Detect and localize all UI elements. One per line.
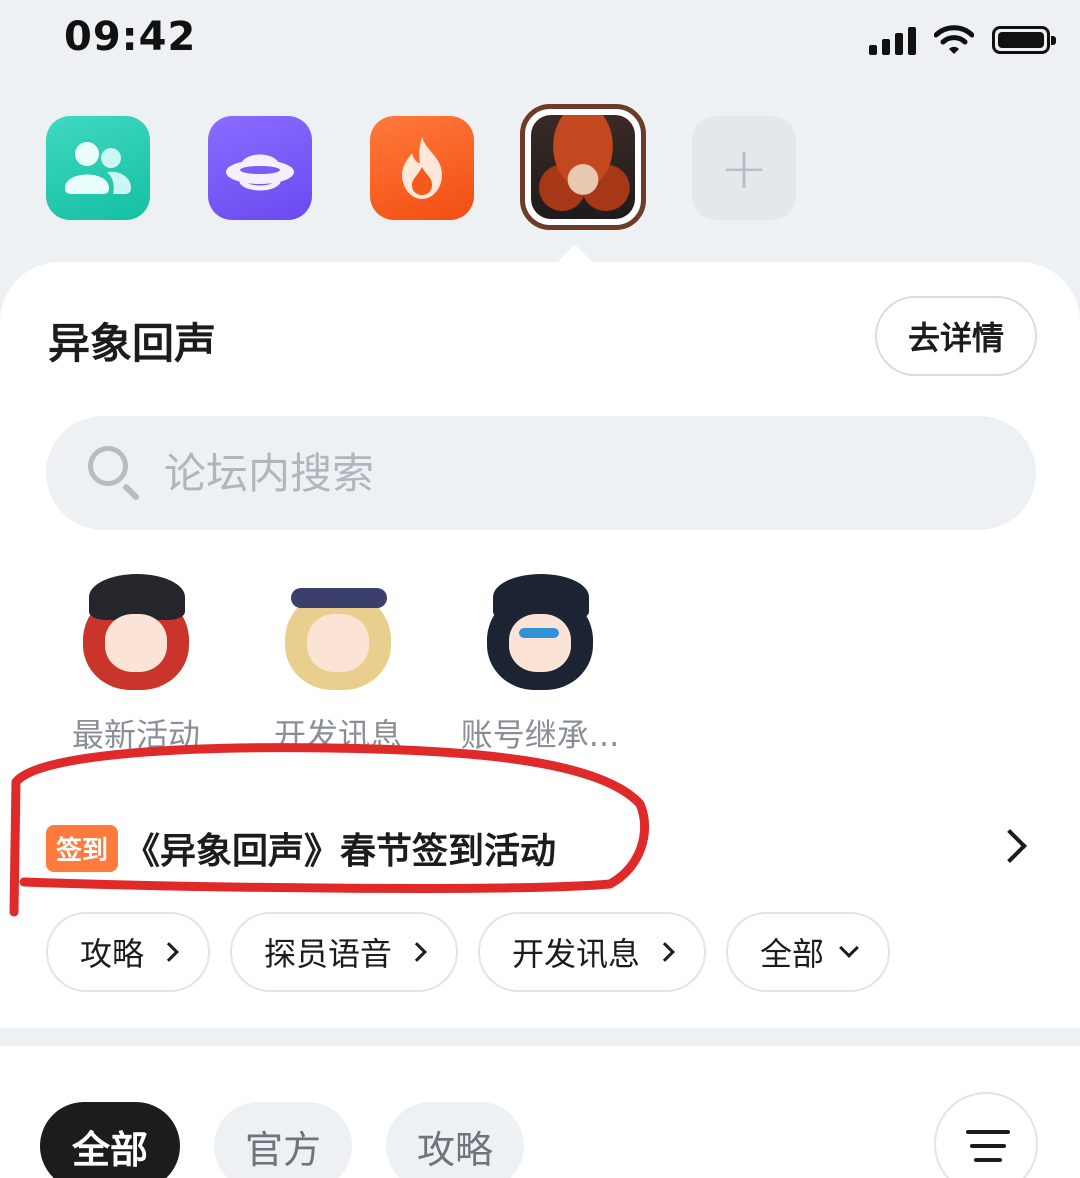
character-avatar	[273, 568, 403, 698]
community-app-button[interactable]	[46, 116, 150, 220]
forum-title: 异象回声	[48, 319, 217, 368]
quick-entry-label: 账号继承...	[460, 716, 620, 754]
filter-tab-all[interactable]: 全部	[40, 1102, 180, 1178]
plus-icon: +	[719, 134, 769, 202]
filter-tab-guides[interactable]: 攻略	[386, 1102, 524, 1178]
quick-entry-account-transfer[interactable]: 账号继承...	[450, 568, 630, 756]
quick-entry-label: 最新活动	[71, 716, 200, 754]
chip-guides[interactable]: 攻略	[46, 912, 211, 992]
signin-activity-title: 《异象回声》春节签到活动	[124, 831, 557, 872]
status-bar: 09:42	[0, 0, 1080, 80]
search-icon	[86, 444, 144, 502]
menu-lines-icon	[966, 1130, 1010, 1162]
forum-card: 异象回声 去详情 最新活动 开发讯息 账号继承...	[0, 262, 1080, 1028]
go-to-details-button[interactable]: 去详情	[875, 296, 1037, 376]
flame-icon	[402, 137, 442, 199]
signin-activity-row[interactable]: 签到 《异象回声》春节签到活动	[46, 818, 1036, 878]
post-filter-bar: 全部 官方 攻略	[0, 1046, 1080, 1178]
sort-menu-button[interactable]	[934, 1092, 1038, 1178]
status-time: 09:42	[64, 14, 197, 60]
chevron-right-icon	[407, 942, 427, 962]
chevron-right-icon	[159, 942, 179, 962]
category-chip-row: 攻略 探员语音 开发讯息 全部	[46, 912, 891, 992]
character-avatar	[475, 568, 605, 698]
quick-entry-label: 开发讯息	[273, 716, 402, 754]
chip-label: 攻略	[80, 935, 145, 973]
chip-dev-news[interactable]: 开发讯息	[478, 912, 707, 992]
status-icons	[869, 20, 1056, 60]
battery-icon	[992, 26, 1056, 54]
chip-all-dropdown[interactable]: 全部	[726, 912, 891, 992]
planet-icon	[226, 154, 294, 191]
character-avatar	[71, 568, 201, 698]
wifi-icon	[934, 25, 974, 54]
app-screen: 09:42 + 异象回声 去详情 论坛内搜索 最新活动 开发讯息 账号继承...…	[0, 0, 1080, 1178]
signin-badge: 签到	[46, 824, 119, 872]
app-switcher-row: +	[0, 104, 1080, 230]
chip-agent-voices[interactable]: 探员语音	[230, 912, 459, 992]
chevron-right-icon	[993, 829, 1027, 863]
trending-app-button[interactable]	[370, 116, 474, 220]
forum-search-bar[interactable]	[46, 416, 1036, 530]
forum-search-input[interactable]	[164, 448, 944, 498]
quick-entry-dev-news[interactable]: 开发讯息	[248, 568, 428, 756]
chip-label: 开发讯息	[512, 935, 641, 973]
people-icon	[65, 142, 131, 194]
filter-tab-official[interactable]: 官方	[214, 1102, 352, 1178]
game-forum-avatar-button[interactable]	[520, 104, 646, 230]
planet-app-button[interactable]	[208, 116, 312, 220]
cellular-signal-icon	[869, 25, 916, 55]
chip-label: 全部	[760, 935, 825, 973]
chevron-right-icon	[655, 942, 675, 962]
chevron-down-icon	[839, 938, 859, 958]
game-avatar-image	[531, 115, 635, 219]
chip-label: 探员语音	[264, 935, 393, 973]
quick-entry-latest-events[interactable]: 最新活动	[46, 568, 226, 756]
add-forum-button[interactable]: +	[692, 116, 796, 220]
